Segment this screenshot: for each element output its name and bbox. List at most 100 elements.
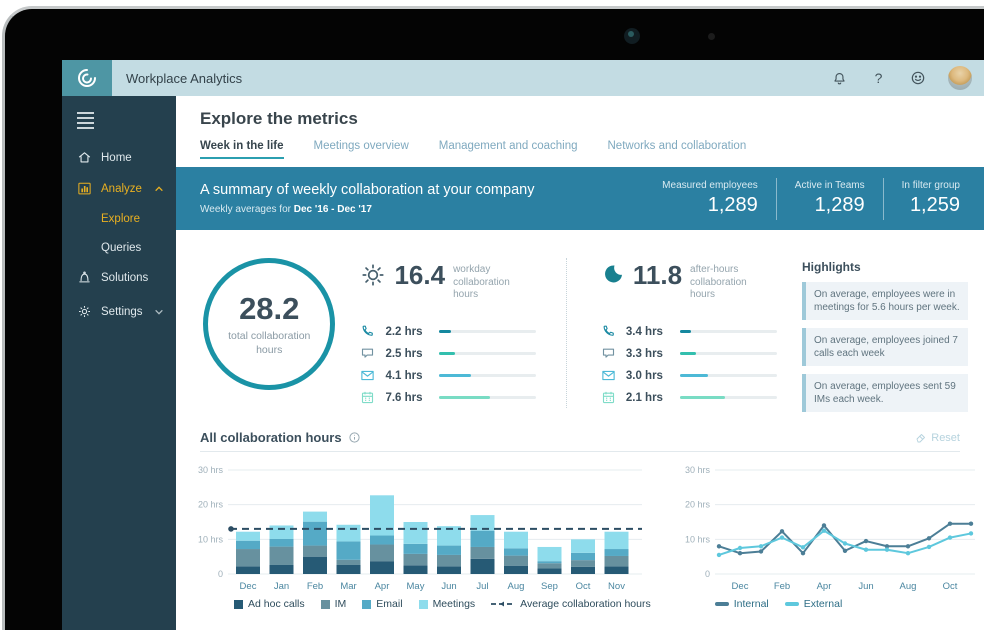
data-point[interactable] [737,551,742,556]
bar-segment[interactable] [470,546,495,559]
data-point[interactable] [863,547,868,552]
bar-segment[interactable] [437,566,461,574]
bar-segment[interactable] [236,531,260,541]
bar-segment[interactable] [336,541,361,560]
data-point[interactable] [821,523,826,528]
bar-segment[interactable] [370,544,394,562]
bar-segment[interactable] [470,558,495,574]
stat-label: Active in Teams [794,180,865,191]
data-point[interactable] [800,545,805,550]
highlights-panel: Highlights On average, employees were in… [802,256,976,416]
data-point[interactable] [926,544,931,550]
legend-swatch [784,602,799,606]
banner-subtitle: Weekly averages for Dec '16 - Dec '17 [200,204,534,215]
data-point[interactable] [737,545,742,551]
notifications-bell-icon[interactable] [831,70,848,87]
help-icon[interactable]: ? [870,70,887,87]
bar-segment[interactable] [269,525,294,539]
bar-segment[interactable] [303,521,327,546]
reset-button[interactable]: Reset [915,432,960,444]
bar-segment[interactable] [604,549,629,556]
chevron-down-icon[interactable] [154,308,164,316]
data-point[interactable] [947,535,952,540]
user-avatar[interactable] [948,66,972,90]
data-point[interactable] [716,544,721,549]
bar-segment[interactable] [571,539,595,553]
menu-hamburger-icon[interactable] [62,96,176,142]
bar-segment[interactable] [604,566,629,574]
feedback-smiley-icon[interactable] [909,70,926,87]
bar-segment[interactable] [403,522,428,544]
bar-segment[interactable] [303,511,327,522]
bar-segment[interactable] [504,531,528,549]
x-axis-tick: Jun [441,581,456,592]
bar-segment[interactable] [269,546,294,565]
bar-segment[interactable] [537,546,562,562]
bar-segment[interactable] [403,543,428,554]
tab-networks-and-collaboration[interactable]: Networks and collaboration [608,140,747,159]
data-point[interactable] [947,521,952,526]
data-point[interactable] [842,548,847,553]
data-point[interactable] [926,536,931,541]
bar-segment[interactable] [537,561,562,564]
bar-segment[interactable] [269,538,294,547]
bar-segment[interactable] [470,530,495,547]
bar-segment[interactable] [504,565,528,574]
total-hours-value: 28.2 [239,291,300,327]
bar-segment[interactable] [537,568,562,574]
sidebar-item-analyze[interactable]: Analyze [62,173,176,204]
bar-segment[interactable] [504,548,528,556]
data-point[interactable] [716,552,721,558]
bar-segment[interactable] [236,549,260,567]
data-point[interactable] [905,551,910,556]
info-icon[interactable] [348,431,361,444]
bar-segment[interactable] [336,524,361,542]
data-point[interactable] [863,538,868,544]
bar-segment[interactable] [236,566,260,574]
tab-management-and-coaching[interactable]: Management and coaching [439,140,578,159]
bar-segment[interactable] [537,563,562,569]
data-point[interactable] [821,528,826,533]
highlight-card: On average, employees sent 59 IMs each w… [802,374,969,412]
bar-segment[interactable] [303,556,327,574]
sidebar-item-queries[interactable]: Queries [62,233,176,262]
bar-segment[interactable] [571,560,595,567]
bar-segment[interactable] [370,535,394,545]
data-point[interactable] [779,529,784,534]
data-point[interactable] [758,544,763,549]
data-point[interactable] [968,531,973,536]
bar-segment[interactable] [370,561,394,574]
data-point[interactable] [779,535,784,540]
sidebar-item-home[interactable]: Home [62,142,176,173]
bar-segment[interactable] [336,559,361,565]
sidebar-item-explore[interactable]: Explore [62,204,176,233]
bar-segment[interactable] [336,564,361,574]
bar-segment[interactable] [604,555,629,567]
workplace-analytics-logo-icon[interactable] [62,60,112,96]
y-axis-tick: 30 hrs [198,465,224,475]
line-chart-canvas[interactable]: 0 10 hrs 20 hrs 30 hrs Dec Feb Apr Jun Aug Oct [677,460,981,596]
bar-segment[interactable] [403,565,428,574]
data-point[interactable] [758,549,763,554]
bar-segment[interactable] [236,540,260,550]
bar-segment[interactable] [504,555,528,566]
bar-segment[interactable] [303,545,327,557]
bar-segment[interactable] [571,566,595,574]
sidebar-item-solutions[interactable]: Solutions [62,262,176,293]
bar-chart-canvas[interactable]: 0 10 hrs 20 hrs 30 hrs Dec Jan Feb Mar Apr May Jun… [190,460,648,596]
bar-segment[interactable] [269,564,294,574]
sidebar-item-settings[interactable]: Settings [62,296,176,327]
bar-segment[interactable] [437,545,461,555]
data-point[interactable] [905,544,910,549]
tab-week-in-the-life[interactable]: Week in the life [200,140,284,159]
data-point[interactable] [884,547,889,552]
tab-meetings-overview[interactable]: Meetings overview [314,140,409,159]
bar-segment[interactable] [403,553,428,566]
data-point[interactable] [968,521,973,526]
bar-segment[interactable] [571,552,595,561]
chevron-up-icon[interactable] [154,185,164,193]
bar-segment[interactable] [437,554,461,567]
data-point[interactable] [800,551,805,556]
data-point[interactable] [842,541,847,546]
bar-segment[interactable] [604,531,629,550]
